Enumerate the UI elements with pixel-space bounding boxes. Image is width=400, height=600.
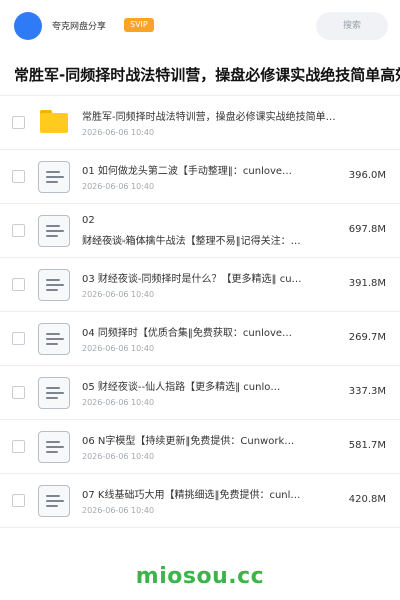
file-name: 常胜军-同频择时战法特训营，操盘必修课实战绝技简单… (82, 112, 336, 123)
file-size: 269.7M (348, 332, 386, 343)
file-name: 07 K线基础巧大用【精挑细选‖免费提供：cunl… (82, 490, 301, 501)
file-name: 05 财经夜谈--仙人指路【更多精选‖ cunlo… (82, 382, 281, 393)
file-date: 2026-06-06 10:40 (82, 506, 155, 515)
list-item[interactable]: 03 财经夜谈-同频择时是什么？【更多精选‖ cu… 2026-06-06 10… (0, 258, 400, 312)
document-icon (38, 269, 70, 301)
file-size: 420.8M (348, 494, 386, 505)
document-icon (38, 161, 70, 193)
file-name-line2: 财经夜谈-箱体擒牛战法【整理不易‖记得关注：… (82, 236, 301, 247)
watermark: miosou.cc (135, 564, 265, 589)
list-item[interactable]: 05 财经夜谈--仙人指路【更多精选‖ cunlo… 2026-06-06 10… (0, 366, 400, 420)
checkbox[interactable] (12, 494, 25, 507)
file-list: 常胜军-同频择时战法特训营，操盘必修课实战绝技简单… 2026-06-06 10… (0, 96, 400, 528)
list-item[interactable]: 04 同频择时【优质合集‖免费获取：cunlove… 2026-06-06 10… (0, 312, 400, 366)
file-date: 2026-06-06 10:40 (82, 452, 155, 461)
file-size: 337.3M (348, 386, 386, 397)
file-date: 2026-06-06 10:40 (82, 344, 155, 353)
page-title: 常胜军-同频择时战法特训营，操盘必修课实战绝技简单高效 (14, 66, 400, 84)
svip-badge: SVIP (124, 18, 154, 32)
search-input[interactable]: 搜索 (316, 12, 388, 40)
checkbox[interactable] (12, 278, 25, 291)
file-date: 2026-06-06 10:40 (82, 290, 155, 299)
file-name-line1: 02 (82, 215, 95, 226)
file-size: 396.0M (348, 170, 386, 181)
document-icon (38, 485, 70, 517)
list-item[interactable]: 06 N字模型【持续更新‖免费提供：Cunwork… 2026-06-06 10… (0, 420, 400, 474)
checkbox[interactable] (12, 170, 25, 183)
list-item[interactable]: 07 K线基础巧大用【精挑细选‖免费提供：cunl… 2026-06-06 10… (0, 474, 400, 528)
document-icon (38, 377, 70, 409)
file-date: 2026-06-06 10:40 (82, 398, 155, 407)
file-name: 01 如何做龙头第二波【手动整理‖：cunlove… (82, 166, 293, 177)
checkbox[interactable] (12, 116, 25, 129)
file-size: 391.8M (348, 278, 386, 289)
file-date: 2026-06-06 10:40 (82, 182, 155, 191)
header: 夸克网盘分享 SVIP 搜索 (0, 0, 400, 52)
list-item[interactable]: 01 如何做龙头第二波【手动整理‖：cunlove… 2026-06-06 10… (0, 150, 400, 204)
checkbox[interactable] (12, 332, 25, 345)
list-item[interactable]: 2026-06-06 10:40 02 财经夜谈-箱体擒牛战法【整理不易‖记得关… (0, 204, 400, 258)
folder-icon (38, 107, 70, 139)
share-title: 夸克网盘分享 (52, 22, 107, 32)
file-name: 04 同频择时【优质合集‖免费获取：cunlove… (82, 328, 293, 339)
list-item[interactable]: 常胜军-同频择时战法特训营，操盘必修课实战绝技简单… 2026-06-06 10… (0, 96, 400, 150)
document-icon (38, 323, 70, 355)
avatar[interactable] (14, 12, 42, 40)
checkbox[interactable] (12, 224, 25, 237)
file-date: 2026-06-06 10:40 (82, 128, 155, 137)
checkbox[interactable] (12, 440, 25, 453)
file-name: 03 财经夜谈-同频择时是什么？【更多精选‖ cu… (82, 274, 302, 285)
file-size: 581.7M (348, 440, 386, 451)
file-name: 06 N字模型【持续更新‖免费提供：Cunwork… (82, 436, 295, 447)
document-icon (38, 215, 70, 247)
document-icon (38, 431, 70, 463)
checkbox[interactable] (12, 386, 25, 399)
file-size: 697.8M (348, 224, 386, 235)
